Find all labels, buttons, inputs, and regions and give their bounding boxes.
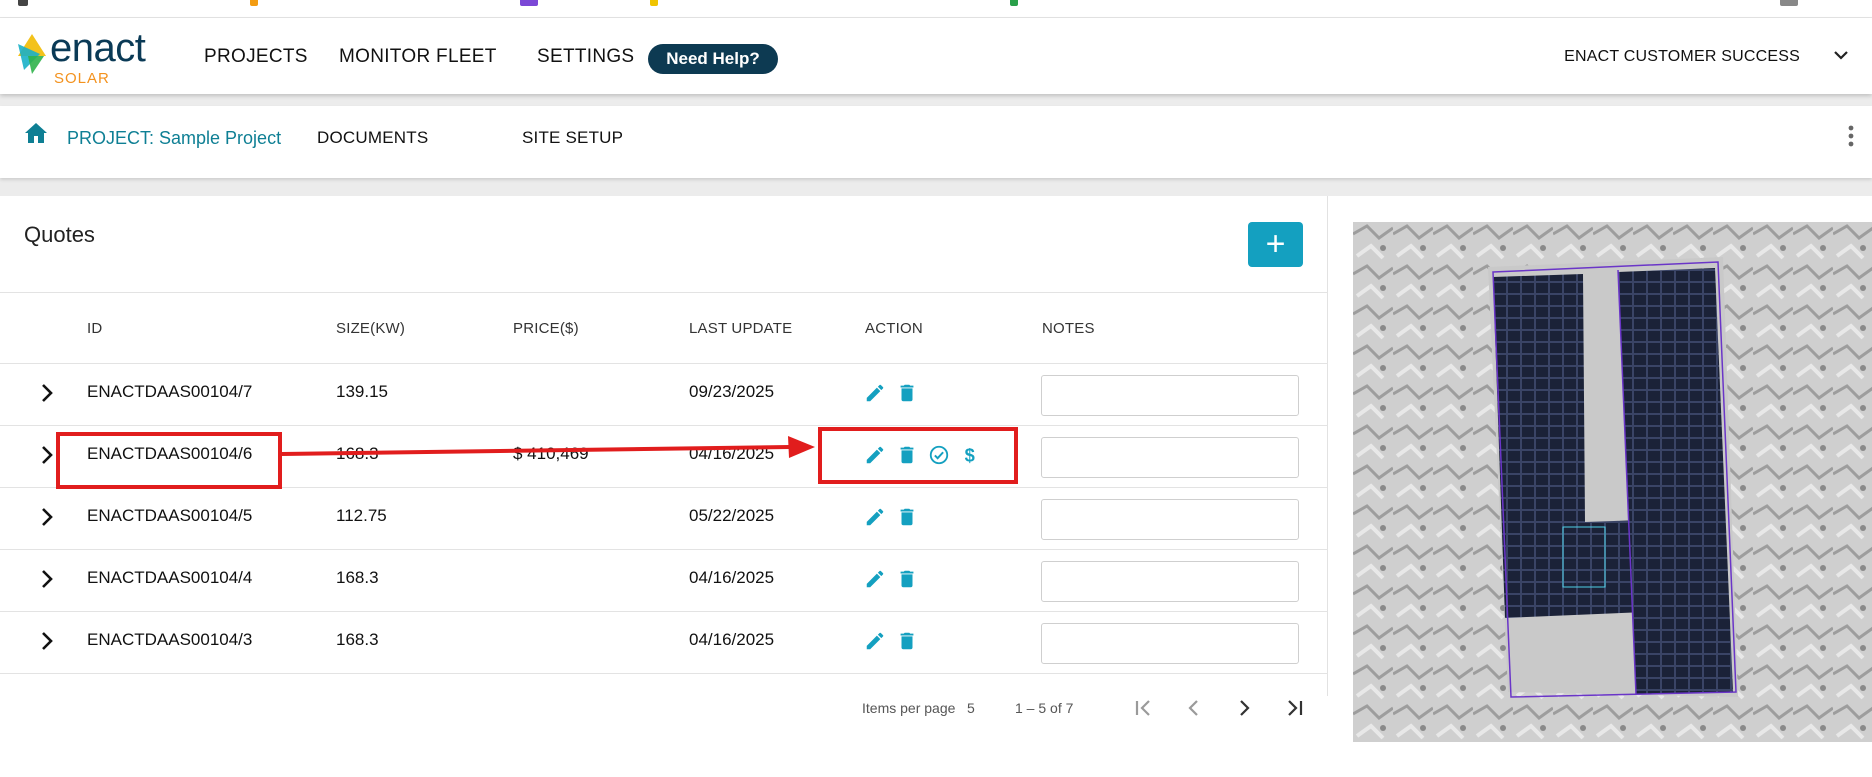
tab-site-setup[interactable]: SITE SETUP — [522, 128, 623, 148]
nav-settings[interactable]: SETTINGS — [537, 46, 634, 68]
column-header-last-update[interactable]: LAST UPDATE — [689, 320, 792, 337]
project-breadcrumb-link[interactable]: PROJECT: Sample Project — [67, 128, 281, 149]
edit-pencil-icon[interactable] — [864, 444, 886, 466]
page-range-label: 1 – 5 of 7 — [1015, 700, 1074, 716]
enact-solar-logo[interactable]: enact SOLAR — [18, 26, 168, 88]
table-row[interactable]: ENACTDAAS00104/5 112.75 05/22/2025 — [0, 487, 1328, 549]
expand-row-icon[interactable] — [40, 569, 54, 589]
quote-size: 168.3 — [336, 444, 379, 463]
need-help-button[interactable]: Need Help? — [648, 44, 778, 74]
quote-id: ENACTDAAS00104/3 — [87, 630, 253, 649]
column-header-price[interactable]: PRICE($) — [513, 320, 579, 337]
items-per-page-label: Items per page — [862, 700, 956, 716]
edit-pencil-icon[interactable] — [864, 382, 886, 404]
expand-row-icon[interactable] — [40, 383, 54, 403]
row-actions — [864, 629, 918, 653]
quote-last-update: 04/16/2025 — [689, 444, 775, 463]
logo-word: enact — [50, 26, 146, 70]
quote-last-update: 05/22/2025 — [689, 506, 775, 525]
add-quote-button[interactable]: + — [1248, 222, 1303, 267]
quote-size: 168.3 — [336, 630, 379, 649]
quote-last-update: 09/23/2025 — [689, 382, 775, 401]
edit-pencil-icon[interactable] — [864, 506, 886, 528]
edit-pencil-icon[interactable] — [864, 568, 886, 590]
bookmark-icon[interactable] — [250, 0, 258, 6]
quote-size: 168.3 — [336, 568, 379, 587]
notes-input[interactable] — [1041, 375, 1299, 416]
bookmark-icon[interactable] — [1780, 0, 1798, 6]
previous-page-icon[interactable] — [1182, 696, 1206, 720]
quote-id: ENACTDAAS00104/5 — [87, 506, 253, 525]
delete-trash-icon[interactable] — [896, 444, 918, 466]
bookmark-icon[interactable] — [18, 0, 28, 6]
notes-input[interactable] — [1041, 561, 1299, 602]
bookmark-icon[interactable] — [1010, 0, 1018, 6]
next-page-icon[interactable] — [1232, 696, 1256, 720]
delete-trash-icon[interactable] — [896, 568, 918, 590]
logo-mark-icon — [18, 34, 46, 74]
nav-projects[interactable]: PROJECTS — [204, 46, 308, 68]
quote-last-update: 04/16/2025 — [689, 568, 775, 587]
quote-id: ENACTDAAS00104/4 — [87, 568, 253, 587]
quote-id: ENACTDAAS00104/7 — [87, 382, 253, 401]
delete-trash-icon[interactable] — [896, 630, 918, 652]
table-row[interactable]: ENACTDAAS00104/3 168.3 04/16/2025 — [0, 611, 1328, 673]
row-actions: $ — [864, 443, 982, 467]
delete-trash-icon[interactable] — [896, 506, 918, 528]
notes-input[interactable] — [1041, 499, 1299, 540]
delete-trash-icon[interactable] — [896, 382, 918, 404]
site-satellite-image[interactable] — [1353, 222, 1872, 742]
account-menu-label[interactable]: ENACT CUSTOMER SUCCESS — [1564, 48, 1800, 66]
chevron-down-icon[interactable] — [1832, 46, 1850, 64]
quote-size: 139.15 — [336, 382, 388, 401]
divider — [0, 292, 1328, 293]
bookmark-icon[interactable] — [650, 0, 658, 6]
row-actions — [864, 567, 918, 591]
notes-input[interactable] — [1041, 623, 1299, 664]
tab-documents[interactable]: DOCUMENTS — [317, 128, 428, 148]
items-per-page-select[interactable]: 5 — [967, 700, 975, 716]
row-actions — [864, 381, 918, 405]
logo-sub: SOLAR — [54, 70, 110, 87]
first-page-icon[interactable] — [1132, 696, 1156, 720]
nav-monitor-fleet[interactable]: MONITOR FLEET — [339, 46, 497, 68]
table-row[interactable]: ENACTDAAS00104/7 139.15 09/23/2025 — [0, 363, 1328, 425]
approve-check-circle-icon[interactable] — [928, 444, 950, 466]
bookmark-icon[interactable] — [520, 0, 538, 6]
home-icon[interactable] — [24, 122, 48, 144]
last-page-icon[interactable] — [1282, 696, 1306, 720]
project-subnav: PROJECT: Sample Project DOCUMENTS SITE S… — [0, 106, 1872, 178]
expand-row-icon[interactable] — [40, 507, 54, 527]
column-header-size[interactable]: SIZE(KW) — [336, 320, 405, 337]
more-vert-icon[interactable] — [1848, 124, 1854, 148]
divider — [0, 673, 1328, 674]
column-header-notes: NOTES — [1042, 320, 1095, 337]
app-header: enact SOLAR PROJECTS MONITOR FLEET SETTI… — [0, 18, 1872, 94]
table-row[interactable]: ENACTDAAS00104/6 168.3 $ 410,469 04/16/2… — [0, 425, 1328, 487]
table-row[interactable]: ENACTDAAS00104/4 168.3 04/16/2025 — [0, 549, 1328, 611]
quote-id: ENACTDAAS00104/6 — [87, 444, 253, 463]
edit-pencil-icon[interactable] — [864, 630, 886, 652]
quote-last-update: 04/16/2025 — [689, 630, 775, 649]
dollar-pricing-icon[interactable]: $ — [960, 444, 982, 466]
quotes-title: Quotes — [24, 222, 95, 247]
row-actions — [864, 505, 918, 529]
quote-price: $ 410,469 — [513, 444, 589, 463]
notes-input[interactable] — [1041, 437, 1299, 478]
svg-text:$: $ — [965, 444, 975, 465]
expand-row-icon[interactable] — [40, 631, 54, 651]
expand-row-icon[interactable] — [40, 445, 54, 465]
column-header-id[interactable]: ID — [87, 320, 102, 337]
quotes-card: Quotes + ID SIZE(KW) PRICE($) LAST UPDAT… — [0, 196, 1328, 696]
column-header-action: ACTION — [865, 320, 923, 337]
quote-size: 112.75 — [336, 506, 387, 525]
browser-bookmarks-strip — [0, 0, 1872, 18]
